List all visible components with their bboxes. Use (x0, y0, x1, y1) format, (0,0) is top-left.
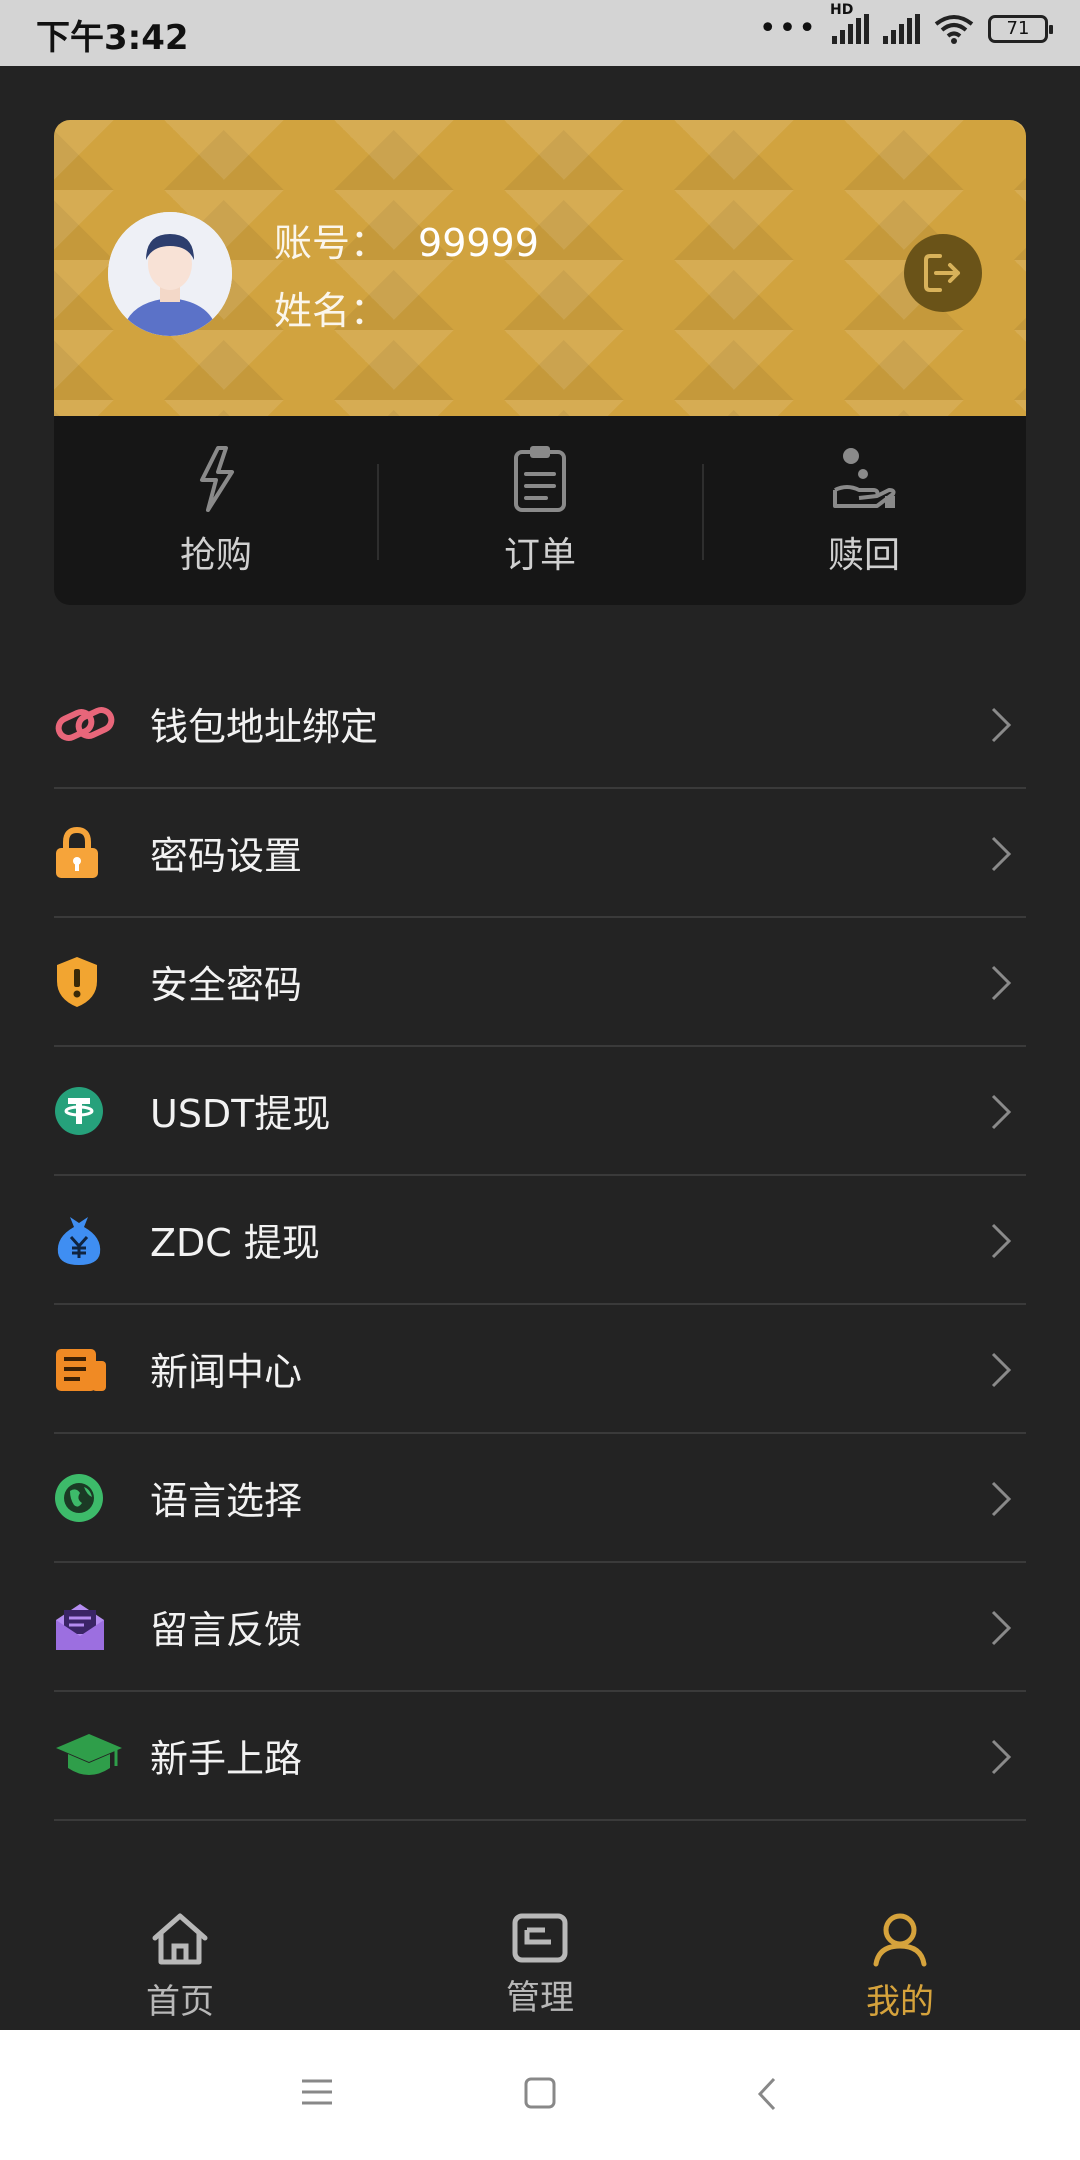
message-icon (56, 1603, 104, 1650)
menu-item-usdt-withdraw[interactable]: USDT提现 (54, 1047, 1026, 1176)
quick-action-orders[interactable]: 订单 (378, 416, 702, 605)
tab-label: 我的 (866, 1982, 934, 2022)
profile-card: 账号： 99999 姓名： 抢购 订单 赎回 (54, 120, 1026, 605)
account-line: 账号： 99999 (274, 212, 539, 267)
menu-item-label: 新手上路 (150, 1737, 303, 1781)
chevron-right-icon (991, 1739, 1012, 1775)
quick-action-redeem[interactable]: 赎回 (702, 416, 1026, 605)
user-icon (873, 1913, 927, 1967)
menu-item-label: 钱包地址绑定 (150, 705, 379, 749)
menu-item-label: 留言反馈 (150, 1608, 303, 1652)
shield-icon (57, 956, 97, 1007)
link-icon (55, 706, 115, 741)
quick-action-label: 抢购 (179, 535, 252, 576)
menu-item-label: USDT提现 (150, 1092, 331, 1136)
chevron-right-icon (991, 707, 1012, 743)
menu-item-beginner-guide[interactable]: 新手上路 (54, 1692, 1026, 1821)
logout-button[interactable] (904, 234, 982, 312)
menu-item-security-password[interactable]: 安全密码 (54, 918, 1026, 1047)
chevron-right-icon (991, 1094, 1012, 1130)
status-time: 下午3:42 (36, 18, 189, 58)
bottom-tab-bar: 首页 管理 我的 (0, 1880, 1080, 2030)
menu-item-password-settings[interactable]: 密码设置 (54, 789, 1026, 918)
quick-action-snapup[interactable]: 抢购 (54, 416, 378, 605)
battery-icon: 71 (988, 15, 1053, 43)
clipboard-icon (514, 446, 566, 512)
back-icon[interactable] (756, 2077, 778, 2111)
account-value: 99999 (418, 221, 539, 265)
menu-item-label: ZDC 提现 (150, 1221, 320, 1265)
name-line: 姓名： (274, 280, 388, 335)
lock-icon (56, 826, 98, 878)
menu-item-zdc-withdraw[interactable]: ZDC 提现 (54, 1176, 1026, 1305)
globe-icon (55, 1473, 103, 1522)
status-bar: 下午3:42 ••• HD 71 (0, 0, 1080, 66)
chevron-right-icon (991, 965, 1012, 1001)
signal-icon-2 (883, 14, 920, 44)
tab-manage[interactable]: 管理 (360, 1880, 720, 2030)
wifi-icon (934, 15, 974, 44)
quick-action-label: 赎回 (827, 535, 900, 576)
menu-item-label: 语言选择 (150, 1479, 303, 1523)
signal-icon: HD (830, 2, 869, 44)
name-label: 姓名： (274, 289, 389, 333)
tether-icon (55, 1086, 103, 1135)
hd-badge: HD (830, 2, 854, 18)
menu-item-wallet-binding[interactable]: 钱包地址绑定 (54, 660, 1026, 789)
home-icon (152, 1913, 208, 1965)
tab-label: 管理 (506, 1978, 574, 2018)
quick-action-label: 订单 (503, 535, 576, 576)
menu-item-label: 安全密码 (150, 963, 303, 1007)
chevron-right-icon (991, 836, 1012, 872)
notification-dots-icon: ••• (758, 11, 818, 46)
tab-label: 首页 (146, 1982, 214, 2022)
quick-actions: 抢购 订单 赎回 (54, 416, 1026, 605)
menu-item-feedback[interactable]: 留言反馈 (54, 1563, 1026, 1692)
newspaper-icon (56, 1348, 106, 1391)
menu-item-label: 新闻中心 (150, 1350, 303, 1394)
tab-mine[interactable]: 我的 (720, 1880, 1080, 2030)
menu-item-language[interactable]: 语言选择 (54, 1434, 1026, 1563)
menu-icon[interactable] (300, 2077, 334, 2107)
account-label: 账号： (274, 221, 389, 265)
hand-coin-icon (833, 448, 896, 508)
menu-item-label: 密码设置 (150, 834, 303, 878)
wallet-icon (512, 1913, 568, 1963)
profile-card-header: 账号： 99999 姓名： (54, 120, 1026, 416)
chevron-right-icon (991, 1223, 1012, 1259)
system-navigation-bar (0, 2030, 1080, 2160)
menu-item-news-center[interactable]: 新闻中心 (54, 1305, 1026, 1434)
money-bag-icon (57, 1216, 101, 1265)
lightning-icon (200, 446, 234, 512)
logout-icon (924, 254, 960, 292)
chevron-right-icon (991, 1352, 1012, 1388)
chevron-right-icon (991, 1481, 1012, 1517)
tab-home[interactable]: 首页 (0, 1880, 360, 2030)
settings-menu: 钱包地址绑定 密码设置 安全密码 USDT提现 ZDC 提现 新闻中心 语言选择… (54, 660, 1026, 1821)
graduation-cap-icon (56, 1733, 122, 1775)
home-button-icon[interactable] (524, 2077, 556, 2109)
avatar[interactable] (108, 212, 232, 336)
avatar-icon (108, 212, 232, 336)
chevron-right-icon (991, 1610, 1012, 1646)
